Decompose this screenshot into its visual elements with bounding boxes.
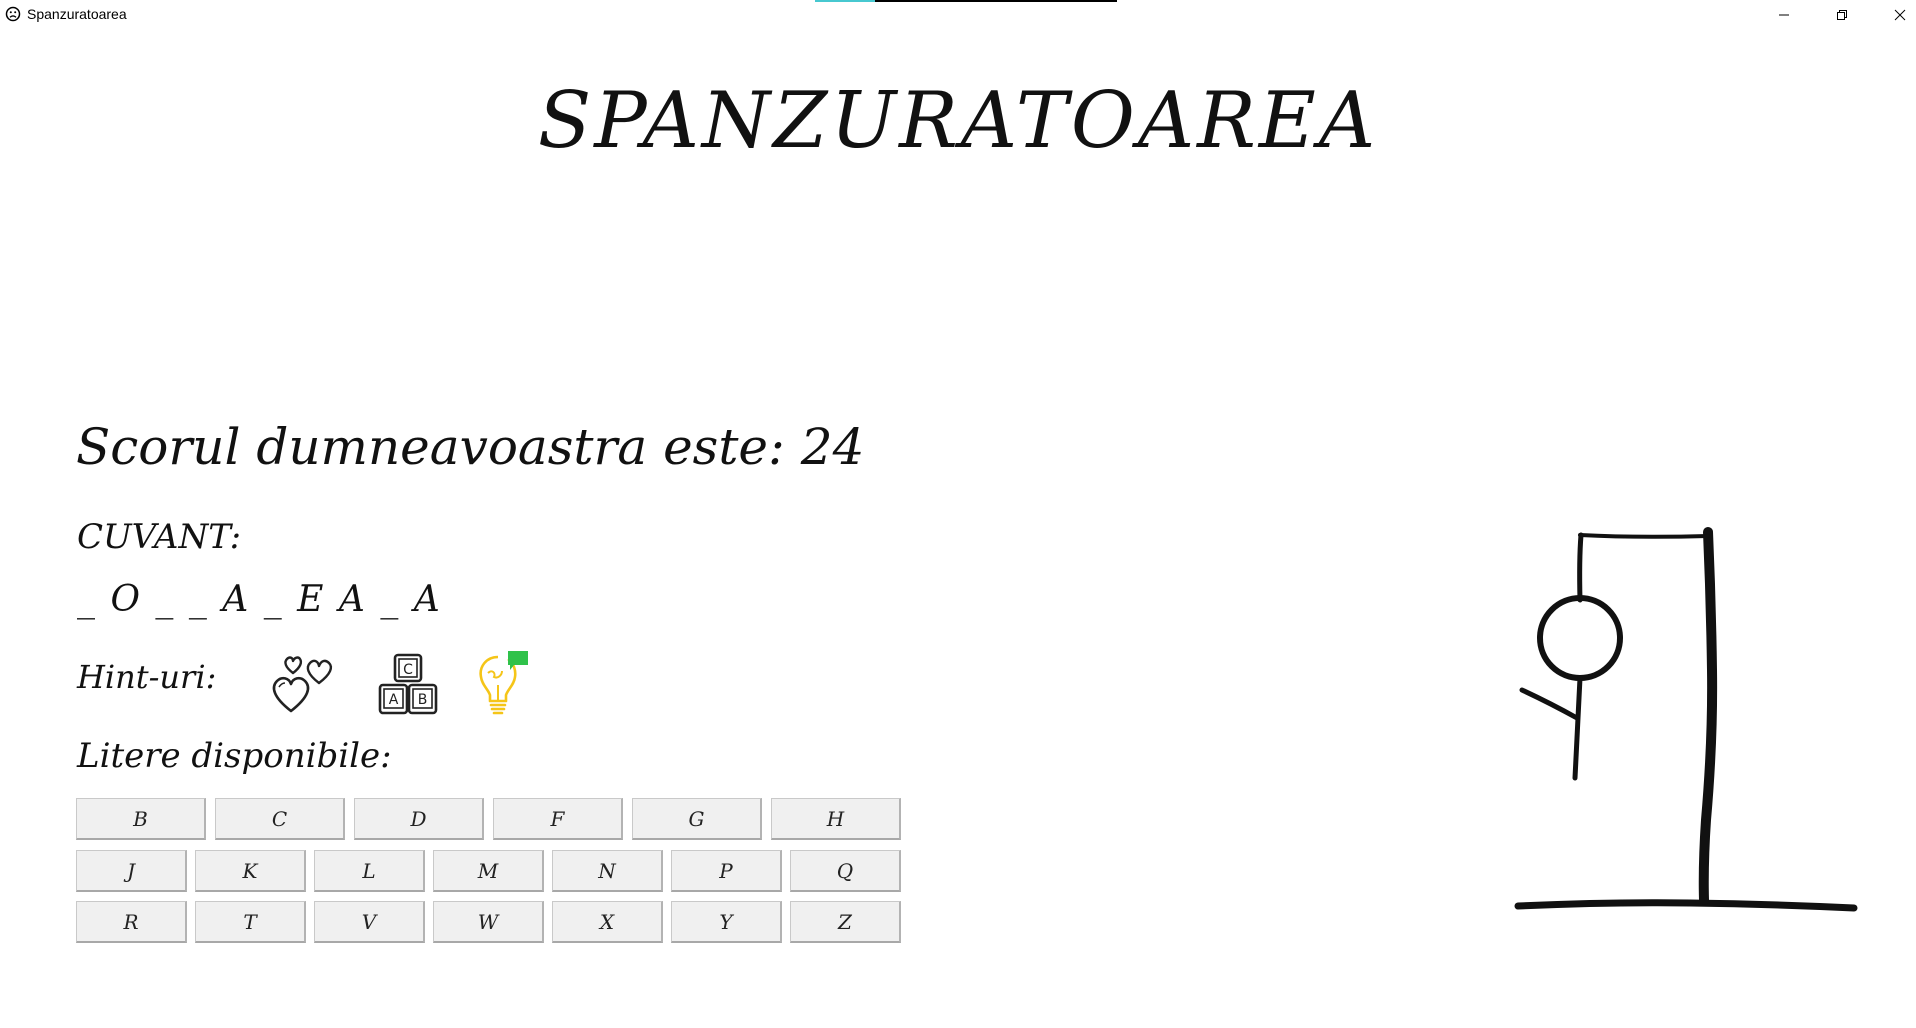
close-icon bbox=[1894, 9, 1906, 21]
title-bar-accent bbox=[815, 0, 1117, 2]
letter-blocks-icon: C A B bbox=[378, 653, 438, 715]
letter-button[interactable]: M bbox=[433, 850, 544, 892]
app-window: Spanzuratoarea SPANZURATOAREA Scorul dum… bbox=[0, 0, 1916, 1028]
letter-button[interactable]: D bbox=[354, 798, 484, 840]
letter-button[interactable]: Q bbox=[790, 850, 901, 892]
close-button[interactable] bbox=[1871, 0, 1916, 30]
sad-face-icon bbox=[5, 6, 21, 22]
hangman-drawing bbox=[1514, 527, 1858, 912]
letter-button[interactable]: F bbox=[493, 798, 623, 840]
title-bar: Spanzuratoarea bbox=[0, 0, 1916, 30]
hangman-head bbox=[1537, 595, 1623, 681]
lightbulb-icon bbox=[479, 651, 528, 715]
hint-lightbulb-button[interactable] bbox=[475, 648, 547, 720]
letter-button[interactable]: V bbox=[314, 901, 425, 943]
gallows-rope bbox=[1577, 532, 1584, 603]
svg-text:C: C bbox=[403, 662, 413, 678]
word-label: CUVANT: bbox=[77, 517, 242, 557]
letter-button[interactable]: B bbox=[76, 798, 206, 840]
minimize-icon bbox=[1779, 14, 1789, 16]
svg-text:B: B bbox=[418, 692, 428, 708]
letter-button[interactable]: K bbox=[195, 850, 306, 892]
letter-button[interactable]: R bbox=[76, 901, 187, 943]
restore-icon bbox=[1837, 10, 1847, 20]
restore-button[interactable] bbox=[1813, 0, 1871, 30]
gallows-post bbox=[1698, 527, 1718, 905]
hint-reveal-letter-button[interactable]: C A B bbox=[373, 648, 445, 720]
letter-button[interactable]: N bbox=[552, 850, 663, 892]
letter-button[interactable]: T bbox=[195, 901, 306, 943]
hint-extra-life-button[interactable] bbox=[268, 648, 340, 720]
available-letters-label: Litere disponibile: bbox=[77, 736, 392, 776]
letter-row-3: R T V W X Y Z bbox=[76, 901, 909, 945]
letter-button[interactable]: W bbox=[433, 901, 544, 943]
letter-button[interactable]: Y bbox=[671, 901, 782, 943]
game-title: SPANZURATOAREA bbox=[537, 76, 1379, 166]
score-text: Scorul dumneavoastra este: 24 bbox=[76, 418, 865, 476]
gallows-base bbox=[1514, 899, 1858, 912]
window-title: Spanzuratoarea bbox=[27, 6, 127, 22]
hangman-body bbox=[1572, 675, 1583, 781]
word-display: _ O _ _ A _ E A _ A bbox=[77, 579, 442, 620]
letter-row-1: B C D F G H bbox=[76, 798, 910, 842]
letter-button[interactable]: Z bbox=[790, 901, 901, 943]
letter-button[interactable]: X bbox=[552, 901, 663, 943]
letter-button[interactable]: H bbox=[771, 798, 901, 840]
letter-button[interactable]: J bbox=[76, 850, 187, 892]
hints-label: Hint-uri: bbox=[77, 658, 217, 696]
hearts-icon bbox=[272, 656, 333, 713]
minimize-button[interactable] bbox=[1755, 0, 1813, 30]
letter-button[interactable]: P bbox=[671, 850, 782, 892]
letter-button[interactable]: C bbox=[215, 798, 345, 840]
svg-text:A: A bbox=[389, 692, 399, 708]
hangman-arm bbox=[1519, 687, 1580, 721]
letter-button[interactable]: L bbox=[314, 850, 425, 892]
letter-button[interactable]: G bbox=[632, 798, 762, 840]
letter-row-2: J K L M N P Q bbox=[76, 850, 909, 894]
gallows-beam bbox=[1578, 533, 1710, 539]
